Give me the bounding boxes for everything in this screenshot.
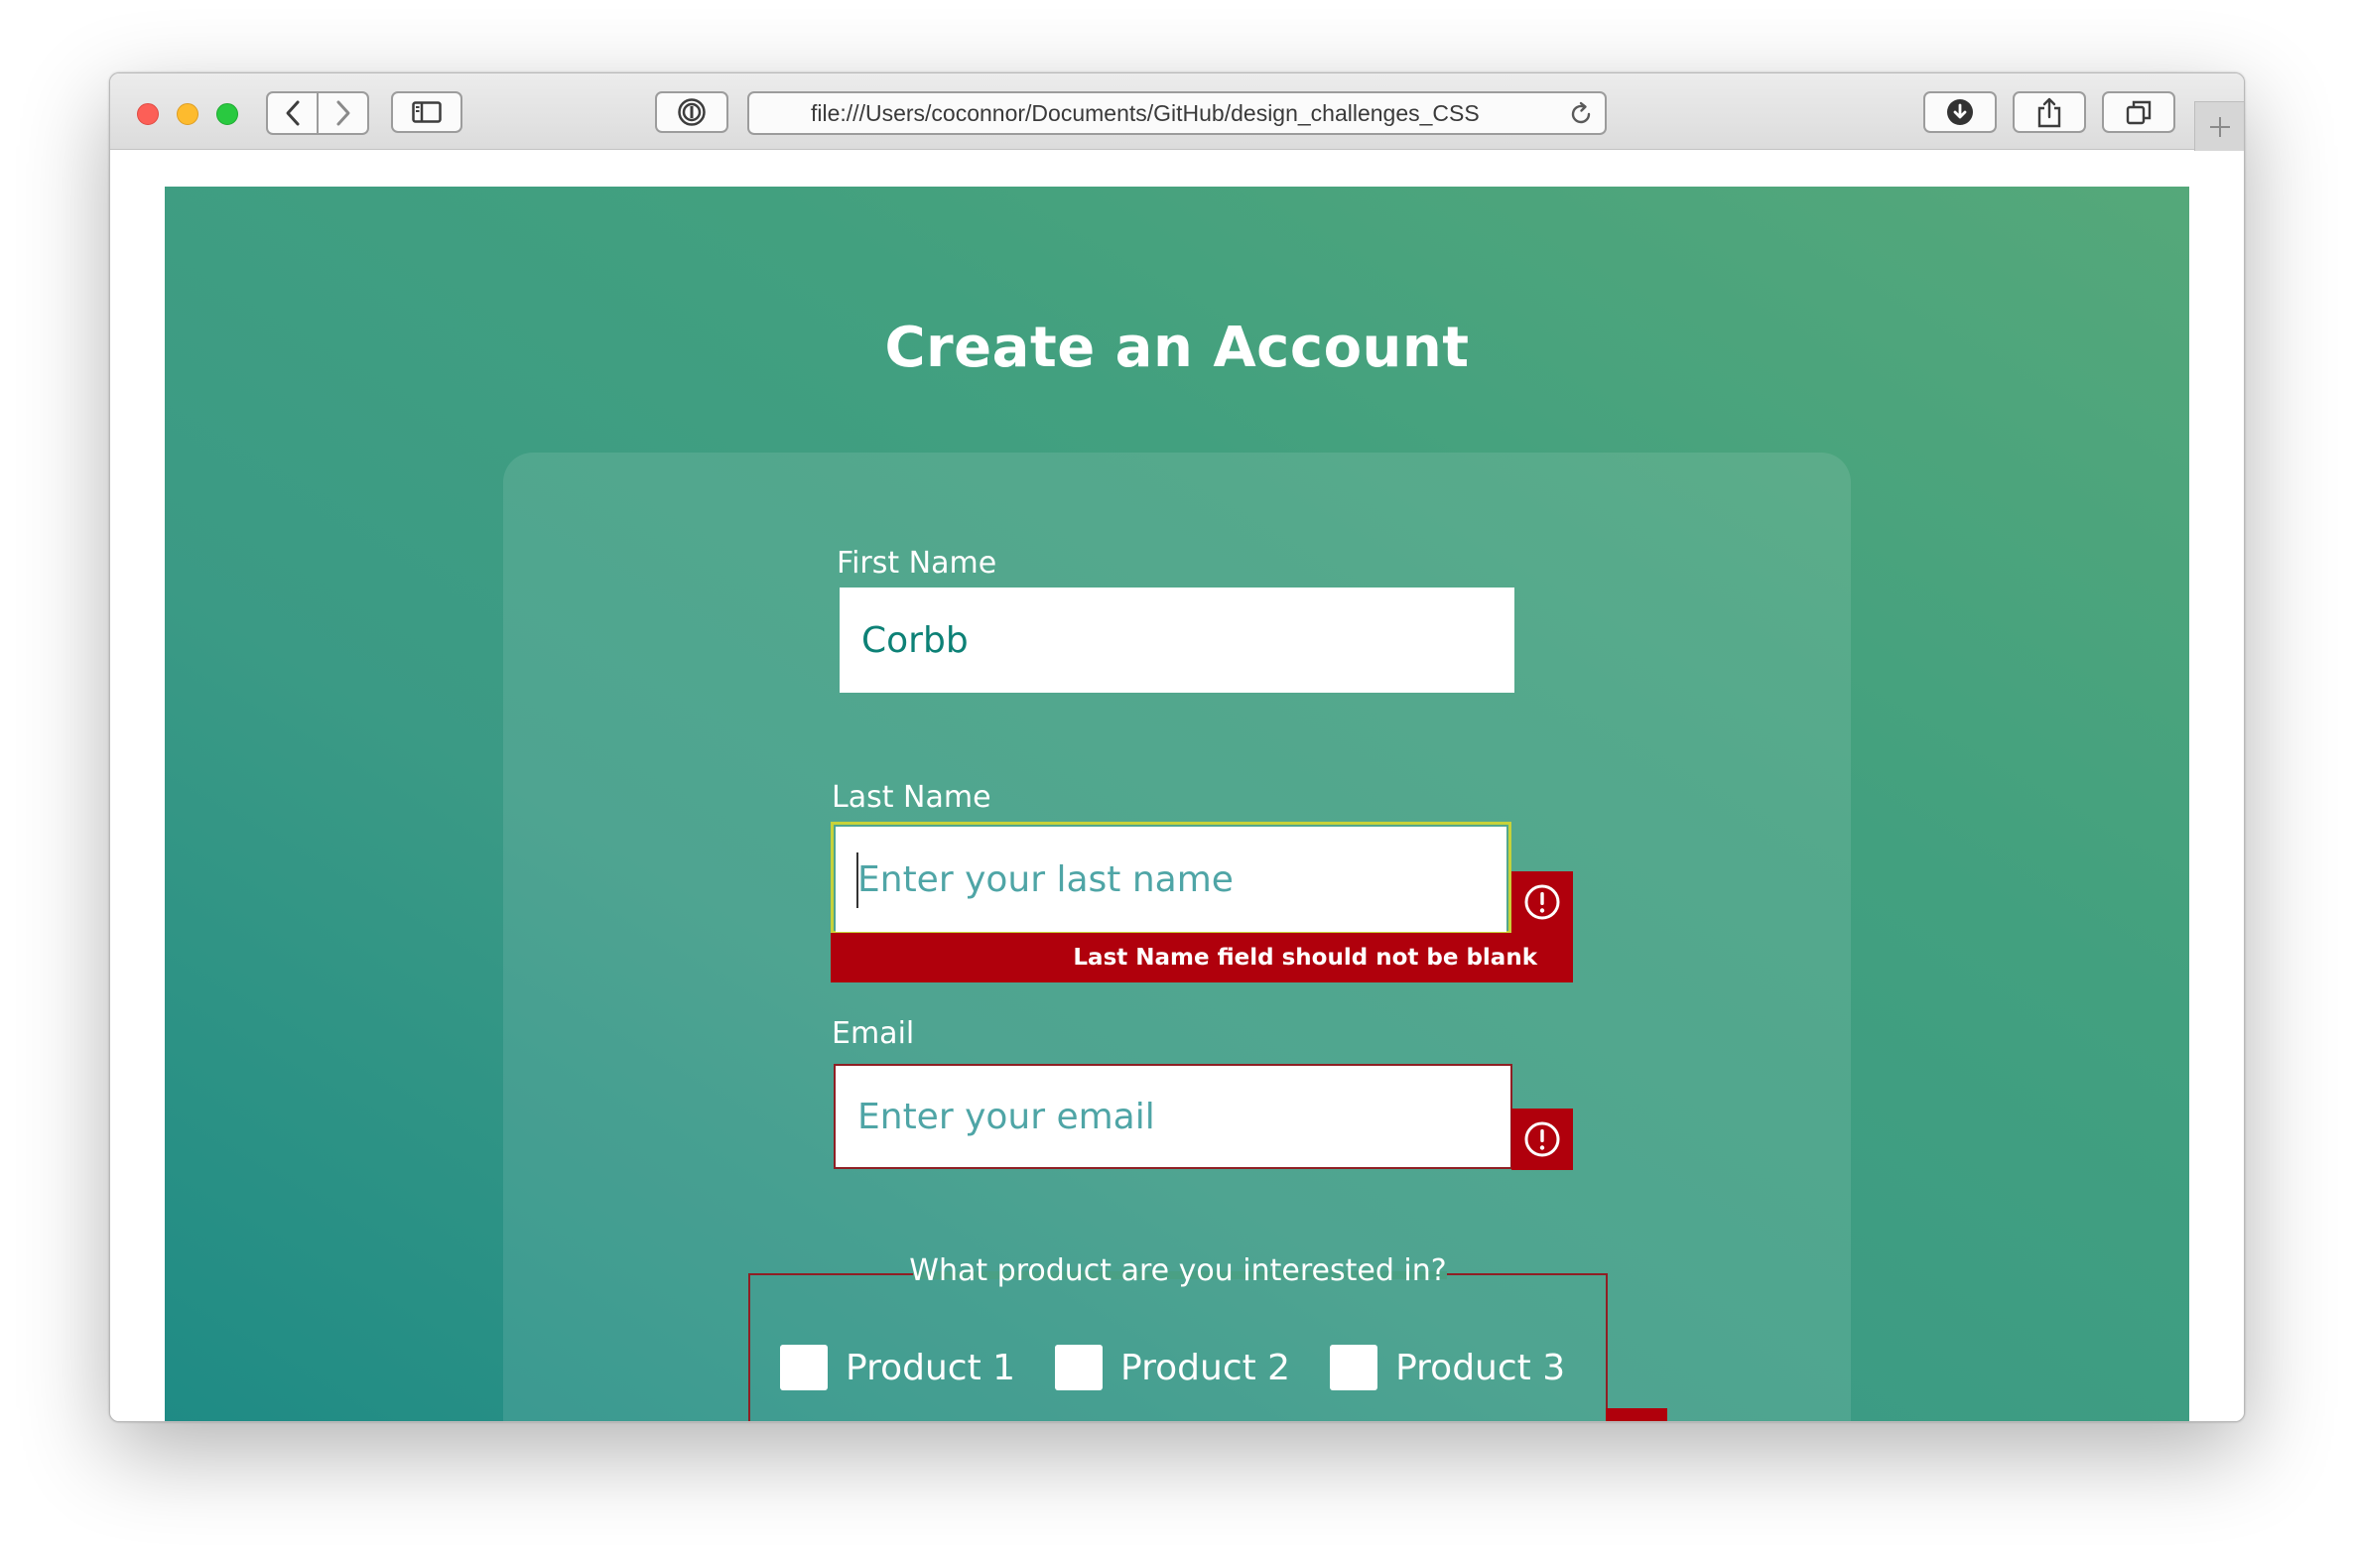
plus-icon: [2209, 116, 2230, 137]
product-option[interactable]: Product 2: [1055, 1345, 1290, 1390]
page-viewport: Create an Account First Name Last Name L…: [110, 151, 2244, 1421]
sidebar-icon: [412, 101, 442, 123]
email-label: Email: [832, 1016, 915, 1051]
tabs-overview-button[interactable]: [2102, 91, 2175, 133]
product-2-checkbox[interactable]: [1055, 1345, 1104, 1390]
minimize-window-button[interactable]: [177, 103, 198, 125]
forward-button[interactable]: [317, 93, 367, 133]
tabs-overview-icon: [2126, 100, 2152, 125]
password-manager-icon: [678, 98, 706, 126]
last-name-label: Last Name: [832, 780, 991, 815]
alert-circle-icon: [1524, 1121, 1560, 1157]
last-name-input[interactable]: [836, 827, 1506, 932]
share-button[interactable]: [2013, 91, 2086, 133]
password-manager-button[interactable]: [655, 91, 728, 133]
new-tab-button[interactable]: [2194, 101, 2244, 151]
email-input[interactable]: [834, 1064, 1512, 1169]
url-text: file:///Users/coconnor/Documents/GitHub/…: [811, 99, 1480, 126]
address-bar[interactable]: file:///Users/coconnor/Documents/GitHub/…: [747, 91, 1607, 135]
product-option[interactable]: Product 1: [780, 1345, 1015, 1390]
product-1-label[interactable]: Product 1: [846, 1348, 1015, 1388]
reload-button[interactable]: [1567, 100, 1595, 133]
reload-icon: [1571, 101, 1591, 124]
zoom-window-button[interactable]: [216, 103, 238, 125]
product-option[interactable]: Product 3: [1330, 1345, 1565, 1390]
email-error-indicator: [1511, 1109, 1573, 1170]
first-name-label: First Name: [837, 546, 997, 581]
share-icon: [2037, 97, 2061, 128]
product-interest-fieldset: What product are you interested in? Prod…: [748, 1253, 1608, 1421]
product-error-indicator: [1606, 1408, 1667, 1421]
chevron-right-icon: [336, 100, 349, 126]
product-3-checkbox[interactable]: [1330, 1345, 1378, 1390]
browser-window: file:///Users/coconnor/Documents/GitHub/…: [109, 72, 2245, 1422]
page-title: Create an Account: [884, 316, 1470, 380]
history-nav: [266, 91, 369, 135]
product-2-label[interactable]: Product 2: [1120, 1348, 1290, 1388]
alert-circle-icon: [1524, 884, 1560, 920]
text-caret: [856, 852, 858, 908]
downloads-button[interactable]: [1923, 91, 1997, 133]
close-window-button[interactable]: [137, 103, 159, 125]
product-interest-legend: What product are you interested in?: [909, 1253, 1447, 1288]
last-name-error-message: Last Name field should not be blank: [831, 933, 1573, 982]
last-name-error-indicator: [1511, 871, 1573, 933]
browser-toolbar: file:///Users/coconnor/Documents/GitHub/…: [110, 73, 2244, 151]
download-icon: [1947, 99, 1973, 125]
sidebar-button[interactable]: [391, 91, 462, 133]
product-1-checkbox[interactable]: [780, 1345, 828, 1390]
product-options: Product 1 Product 2 Product 3: [780, 1345, 1605, 1390]
product-3-label[interactable]: Product 3: [1395, 1348, 1565, 1388]
chevron-left-icon: [286, 100, 299, 126]
back-button[interactable]: [268, 93, 317, 133]
first-name-input[interactable]: [840, 588, 1514, 693]
signup-page: Create an Account First Name Last Name L…: [165, 187, 2189, 1421]
